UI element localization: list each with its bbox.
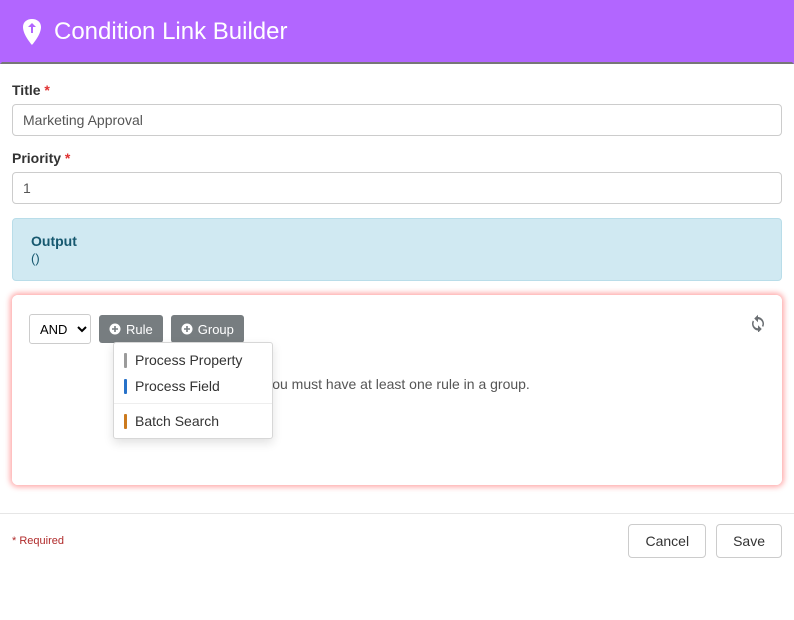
title-input[interactable] [12, 104, 782, 136]
plus-circle-icon [181, 323, 193, 335]
footer: * Required Cancel Save [0, 514, 794, 568]
add-group-button[interactable]: Group [171, 315, 244, 343]
rules-toolbar: AND Rule Group [29, 314, 765, 344]
rules-panel: AND Rule Group You must have at least on… [12, 295, 782, 485]
page-title: Condition Link Builder [54, 18, 287, 46]
rule-type-dropdown: Process Property Process Field Batch Sea… [113, 342, 273, 439]
dropdown-item-batch-search[interactable]: Batch Search [114, 408, 272, 434]
dropdown-item-process-field[interactable]: Process Field [114, 373, 272, 399]
priority-input[interactable] [12, 172, 782, 204]
marker-icon [124, 353, 127, 368]
app-header: Condition Link Builder [0, 0, 794, 64]
form-content: Title * Priority * Output () AND Rule [0, 64, 794, 489]
marker-icon [124, 414, 127, 429]
output-panel: Output () [12, 218, 782, 281]
required-star: * [65, 150, 70, 166]
add-rule-button[interactable]: Rule [99, 315, 163, 343]
priority-label: Priority * [12, 150, 782, 166]
marker-icon [124, 379, 127, 394]
required-note: * Required [12, 535, 64, 547]
title-label: Title * [12, 82, 782, 98]
footer-actions: Cancel Save [628, 524, 782, 558]
logo-icon [20, 19, 44, 45]
plus-circle-icon [109, 323, 121, 335]
save-button[interactable]: Save [716, 524, 782, 558]
refresh-icon[interactable] [749, 314, 767, 335]
title-group: Title * [12, 82, 782, 136]
operator-select[interactable]: AND [29, 314, 91, 344]
cancel-button[interactable]: Cancel [628, 524, 706, 558]
dropdown-item-process-property[interactable]: Process Property [114, 347, 272, 373]
rules-empty-message: You must have at least one rule in a gro… [264, 376, 530, 392]
output-heading: Output [31, 233, 763, 249]
priority-group: Priority * [12, 150, 782, 204]
dropdown-separator [114, 403, 272, 404]
output-value: () [31, 251, 763, 266]
required-star: * [44, 82, 49, 98]
